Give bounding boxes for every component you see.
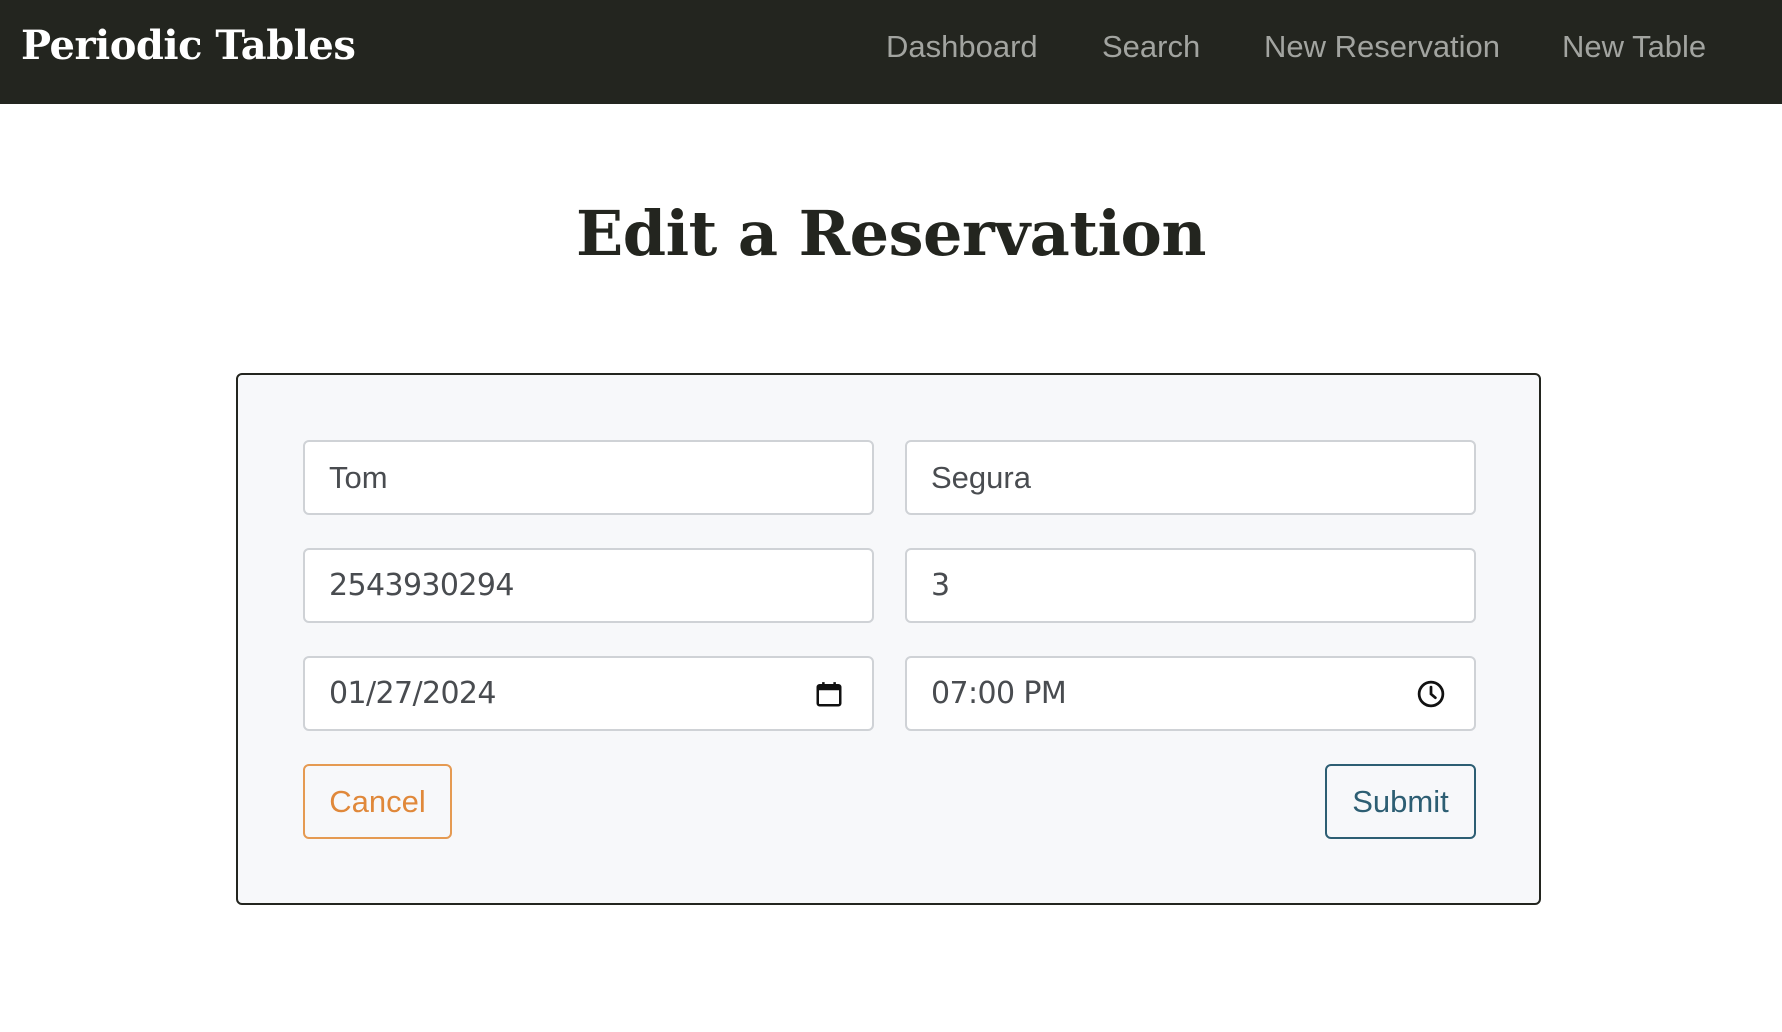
first-name-field[interactable] xyxy=(303,440,874,515)
last-name-field[interactable] xyxy=(905,440,1476,515)
people-field[interactable] xyxy=(905,548,1476,623)
first-name-input[interactable] xyxy=(329,442,872,513)
page-title: Edit a Reservation xyxy=(576,197,1206,270)
people-input[interactable] xyxy=(931,550,1474,621)
mobile-number-field[interactable] xyxy=(303,548,874,623)
top-navbar: Periodic Tables Dashboard Search New Res… xyxy=(0,0,1782,104)
submit-button[interactable]: Submit xyxy=(1325,764,1476,839)
reservation-form: 01/27/2024 07:00 PM Cancel Submit xyxy=(236,373,1541,905)
last-name-input[interactable] xyxy=(931,442,1474,513)
reservation-date-value[interactable]: 01/27/2024 xyxy=(329,676,497,711)
nav-link-search[interactable]: Search xyxy=(1102,29,1200,65)
brand-logo-text[interactable]: Periodic Tables xyxy=(21,22,356,69)
calendar-icon[interactable] xyxy=(814,679,844,709)
clock-icon[interactable] xyxy=(1416,679,1446,709)
reservation-date-field[interactable]: 01/27/2024 xyxy=(303,656,874,731)
mobile-number-input[interactable] xyxy=(329,550,872,621)
nav-link-new-reservation[interactable]: New Reservation xyxy=(1264,29,1500,65)
nav-link-dashboard[interactable]: Dashboard xyxy=(886,29,1038,65)
nav-link-new-table[interactable]: New Table xyxy=(1562,29,1706,65)
reservation-time-value[interactable]: 07:00 PM xyxy=(931,676,1067,711)
cancel-button[interactable]: Cancel xyxy=(303,764,452,839)
reservation-time-field[interactable]: 07:00 PM xyxy=(905,656,1476,731)
